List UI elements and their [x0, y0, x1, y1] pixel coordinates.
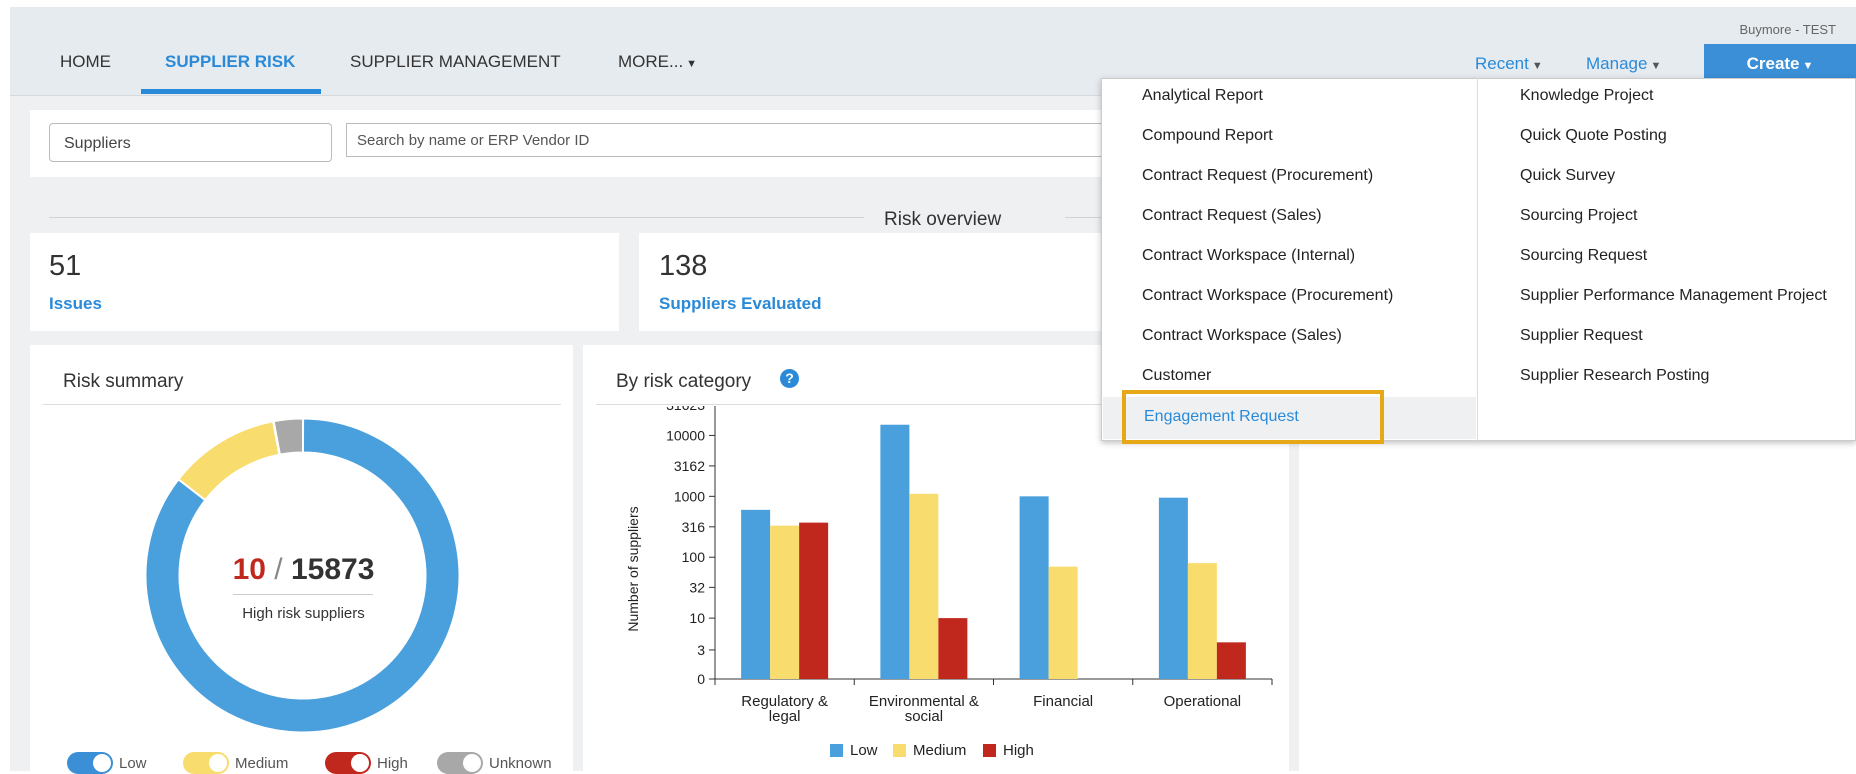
- manage-label: Manage: [1586, 54, 1648, 73]
- x-tick-label: social: [905, 708, 943, 725]
- legend-label: Medium: [913, 742, 966, 759]
- create-label: Create: [1746, 54, 1800, 73]
- bar-high[interactable]: [938, 618, 968, 679]
- menu-column-divider: [1477, 78, 1478, 441]
- bar-high[interactable]: [799, 522, 829, 679]
- legend-label: Unknown: [489, 754, 552, 772]
- menu-item-contract-request-procurement[interactable]: Contract Request (Procurement): [1142, 167, 1373, 185]
- legend-label: Low: [850, 742, 878, 759]
- recent-label: Recent: [1475, 54, 1529, 73]
- total-supplier-count: 15873: [290, 553, 375, 586]
- help-icon[interactable]: ?: [780, 369, 799, 388]
- y-tick-label: 316: [682, 519, 706, 535]
- risk-overview-title: Risk overview: [884, 209, 1002, 230]
- nav-more[interactable]: MORE... ▼: [618, 52, 697, 72]
- chevron-down-icon: ▼: [1802, 60, 1814, 72]
- bar-low[interactable]: [1158, 497, 1188, 679]
- menu-item-contract-workspace-sales[interactable]: Contract Workspace (Sales): [1142, 327, 1342, 345]
- bar-low[interactable]: [741, 509, 771, 679]
- search-scope-select[interactable]: Suppliers: [49, 123, 332, 162]
- y-tick-label: 32: [689, 579, 705, 595]
- x-tick-label: Operational: [1164, 693, 1242, 710]
- y-tick-label: 3162: [674, 458, 705, 474]
- suppliers-evaluated-count: 138: [659, 250, 708, 282]
- menu-item-supplier-performance-management-project[interactable]: Supplier Performance Management Project: [1520, 287, 1827, 305]
- y-tick-label: 31623: [666, 405, 705, 413]
- issues-card: [30, 233, 619, 331]
- x-tick-label: legal: [769, 708, 801, 725]
- right-content-panel: [1299, 441, 1856, 771]
- ratio-rule: [233, 594, 373, 595]
- legend-label: High: [377, 754, 408, 772]
- x-tick-label: Financial: [1033, 693, 1093, 710]
- legend-label: Medium: [235, 754, 289, 772]
- panel-divider: [43, 404, 561, 405]
- menu-item-customer[interactable]: Customer: [1142, 367, 1211, 385]
- chevron-down-icon: ▼: [686, 58, 698, 70]
- bar-low[interactable]: [880, 424, 910, 679]
- bar-medium[interactable]: [1048, 566, 1078, 679]
- search-input[interactable]: Search by name or ERP Vendor ID: [346, 123, 1136, 157]
- create-button[interactable]: Create ▼: [1704, 44, 1856, 78]
- menu-item-sourcing-project[interactable]: Sourcing Project: [1520, 207, 1637, 225]
- legend-swatch: [830, 744, 843, 757]
- y-tick-label: 10000: [666, 427, 705, 443]
- bar-medium[interactable]: [1187, 563, 1217, 679]
- menu-item-quick-quote-posting[interactable]: Quick Quote Posting: [1520, 127, 1667, 145]
- issues-link[interactable]: Issues: [49, 294, 102, 314]
- nav-supplier-risk[interactable]: SUPPLIER RISK: [165, 52, 295, 72]
- donut-slice-medium: [177, 420, 281, 502]
- nav-more-label: MORE...: [618, 52, 684, 71]
- menu-item-contract-workspace-procurement[interactable]: Contract Workspace (Procurement): [1142, 287, 1393, 305]
- active-tab-indicator: [141, 89, 321, 94]
- overview-divider-right: [1065, 217, 1105, 218]
- focus-highlight-box: [1122, 390, 1384, 444]
- menu-item-contract-workspace-internal[interactable]: Contract Workspace (Internal): [1142, 247, 1355, 265]
- bar-high[interactable]: [1216, 642, 1246, 679]
- ratio-separator: /: [274, 553, 283, 586]
- suppliers-evaluated-link[interactable]: Suppliers Evaluated: [659, 294, 822, 314]
- legend-swatch: [983, 744, 996, 757]
- bar-low[interactable]: [1019, 496, 1049, 679]
- high-risk-count: 10: [232, 553, 266, 586]
- bar-medium[interactable]: [770, 525, 800, 679]
- nav-home[interactable]: HOME: [60, 52, 111, 72]
- menu-item-supplier-research-posting[interactable]: Supplier Research Posting: [1520, 367, 1709, 385]
- menu-item-knowledge-project[interactable]: Knowledge Project: [1520, 87, 1653, 105]
- y-tick-label: 0: [697, 671, 705, 687]
- menu-item-quick-survey[interactable]: Quick Survey: [1520, 167, 1615, 185]
- issues-count: 51: [49, 250, 82, 282]
- menu-item-analytical-report[interactable]: Analytical Report: [1142, 87, 1263, 105]
- menu-item-compound-report[interactable]: Compound Report: [1142, 127, 1273, 145]
- overview-divider-left: [49, 217, 864, 218]
- legend-label: Low: [119, 754, 147, 772]
- menu-item-supplier-request[interactable]: Supplier Request: [1520, 327, 1643, 345]
- y-tick-label: 3: [697, 642, 705, 658]
- risk-category-title: By risk category: [616, 371, 752, 392]
- menu-item-sourcing-request[interactable]: Sourcing Request: [1520, 247, 1647, 265]
- risk-summary-title: Risk summary: [63, 371, 184, 392]
- y-tick-label: 100: [682, 549, 706, 565]
- company-name: Buymore - TEST: [1739, 22, 1836, 37]
- y-tick-label: 1000: [674, 488, 705, 504]
- donut-slice-unknown: [272, 418, 305, 456]
- nav-supplier-management[interactable]: SUPPLIER MANAGEMENT: [350, 52, 561, 72]
- suppliers-evaluated-card: [639, 233, 1101, 331]
- risk-category-bar-chart: 0 3 10 32 100 316 1000 3162 10000 31623 Number of …: [625, 405, 1273, 759]
- manage-menu[interactable]: Manage ▼: [1586, 54, 1661, 74]
- high-risk-ratio: 10 / 15873: [190, 553, 417, 587]
- y-tick-label: 10: [689, 610, 705, 626]
- bar-medium[interactable]: [909, 493, 939, 679]
- menu-item-contract-request-sales[interactable]: Contract Request (Sales): [1142, 207, 1322, 225]
- legend-label: High: [1003, 742, 1034, 759]
- legend-swatch: [893, 744, 906, 757]
- y-axis-label: Number of suppliers: [625, 506, 641, 631]
- recent-menu[interactable]: Recent ▼: [1475, 54, 1543, 74]
- high-risk-caption: High risk suppliers: [242, 605, 365, 622]
- chevron-down-icon: ▼: [1531, 60, 1543, 72]
- chevron-down-icon: ▼: [1650, 60, 1662, 72]
